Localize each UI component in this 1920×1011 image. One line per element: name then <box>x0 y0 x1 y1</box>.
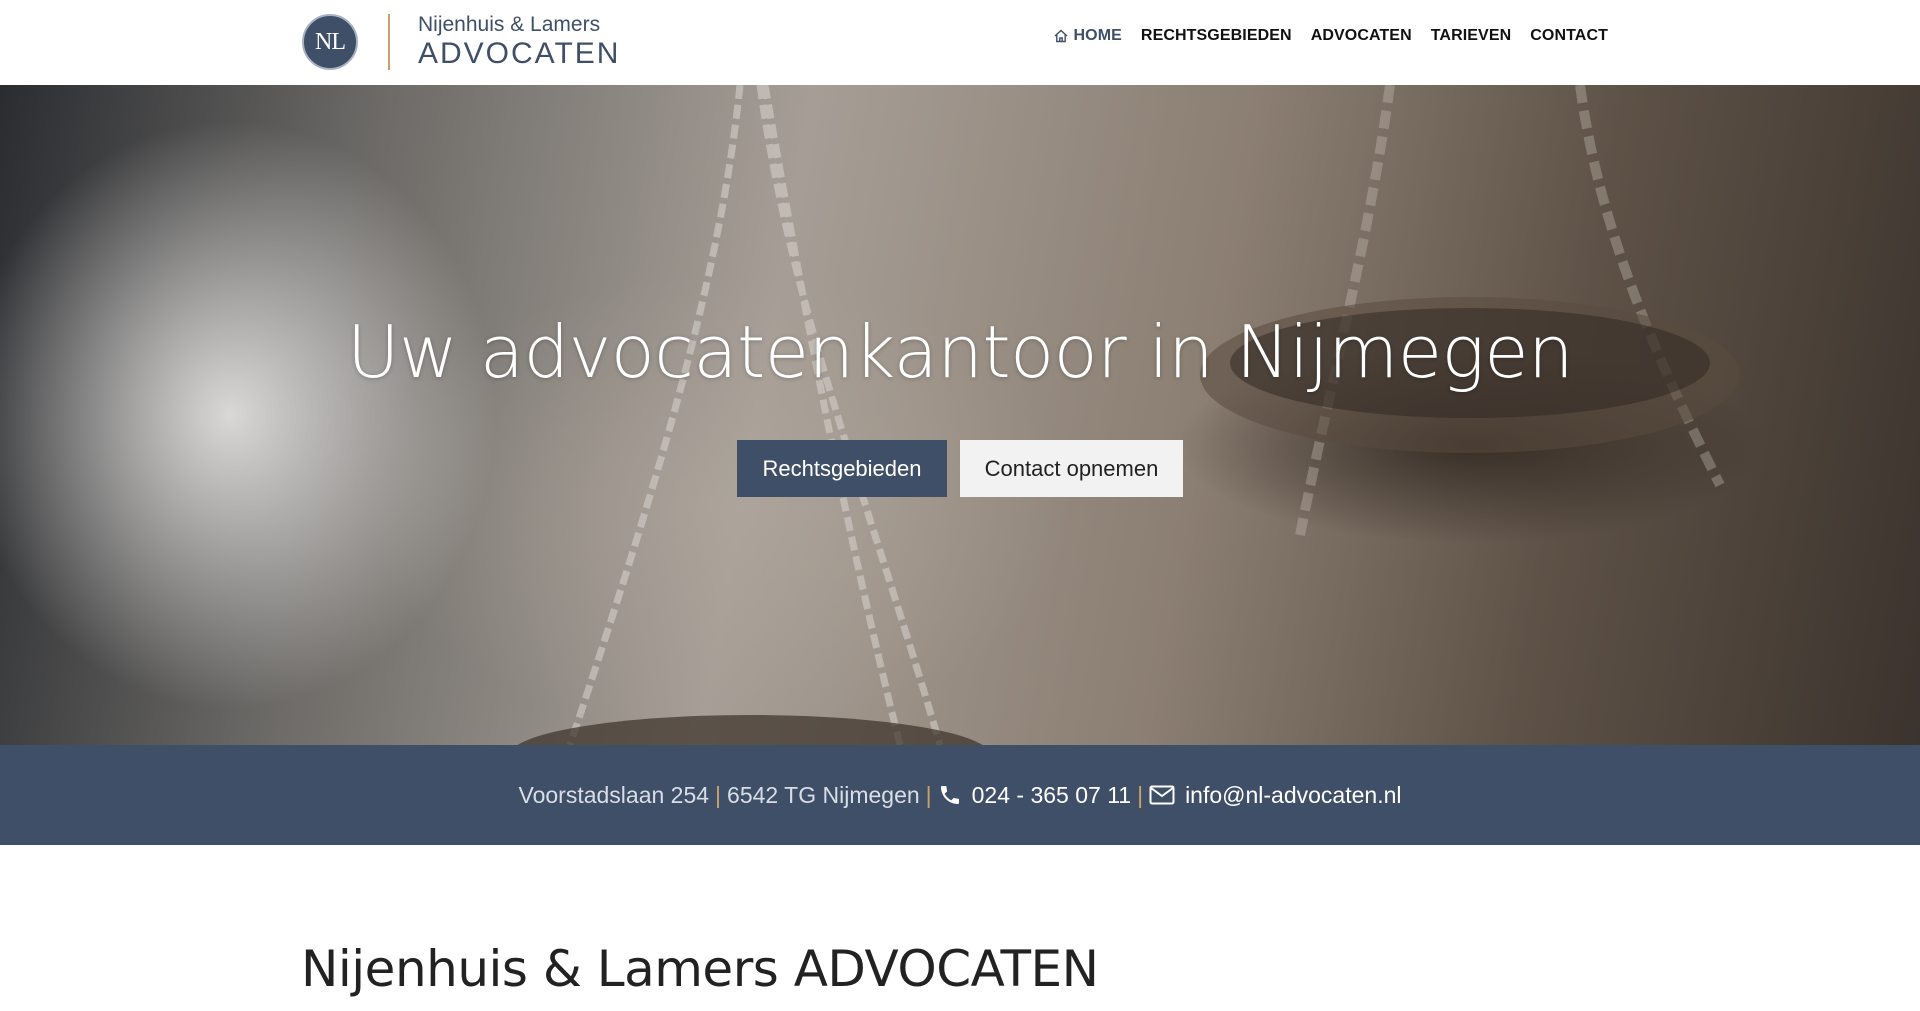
nav-item-advocaten[interactable]: ADVOCATEN <box>1311 27 1412 45</box>
address-city: 6542 TG Nijmegen <box>727 781 920 808</box>
logo-subtitle: ADVOCATEN <box>418 37 621 70</box>
logo-text: Nijenhuis & Lamers ADVOCATEN <box>418 13 620 71</box>
nav-item-home[interactable]: HOME <box>1053 27 1122 45</box>
email-link[interactable]: info@nl-advocaten.nl <box>1185 782 1401 809</box>
main-nav: HOME RECHTSGEBIEDEN ADVOCATEN TARIEVEN C… <box>1053 27 1608 45</box>
separator: | <box>1137 781 1144 808</box>
home-icon <box>1053 28 1069 44</box>
contact-info-bar: Voorstadslaan 254 | 6542 TG Nijmegen | 0… <box>0 745 1920 845</box>
site-logo[interactable]: NL Nijenhuis & Lamers ADVOCATEN <box>302 12 620 72</box>
separator: | <box>925 781 932 808</box>
logo-divider <box>388 14 390 70</box>
rechtsgebieden-button[interactable]: Rechtsgebieden <box>737 440 947 497</box>
nav-item-label: CONTACT <box>1530 27 1608 44</box>
contact-opnemen-button[interactable]: Contact opnemen <box>960 440 1183 497</box>
hero-buttons: Rechtsgebieden Contact opnemen <box>0 440 1920 497</box>
phone-icon <box>938 783 962 807</box>
envelope-icon <box>1149 785 1175 805</box>
hero-title: Uw advocatenkantoor in Nijmegen <box>346 310 1574 394</box>
logo-firm-name: Nijenhuis & Lamers <box>418 13 601 36</box>
address-street: Voorstadslaan 254 <box>518 781 710 808</box>
hero-banner: Uw advocatenkantoor in Nijmegen Rechtsge… <box>0 85 1920 745</box>
nav-item-tarieven[interactable]: TARIEVEN <box>1431 27 1512 45</box>
nav-item-label: ADVOCATEN <box>1310 27 1412 44</box>
nav-item-contact[interactable]: CONTACT <box>1530 27 1608 45</box>
nav-item-rechtsgebieden[interactable]: RECHTSGEBIEDEN <box>1141 27 1292 45</box>
nav-item-label: RECHTSGEBIEDEN <box>1140 27 1292 44</box>
intro-title: Nijenhuis & Lamers ADVOCATEN <box>301 940 1099 998</box>
nav-item-label: TARIEVEN <box>1430 27 1512 44</box>
site-header: NL Nijenhuis & Lamers ADVOCATEN HOME REC… <box>0 0 1920 85</box>
nav-item-label: HOME <box>1073 27 1122 44</box>
logo-badge: NL <box>302 14 358 70</box>
separator: | <box>715 781 722 808</box>
phone-link[interactable]: 024 - 365 07 11 <box>972 782 1131 809</box>
scales-of-justice-image <box>517 85 1740 745</box>
